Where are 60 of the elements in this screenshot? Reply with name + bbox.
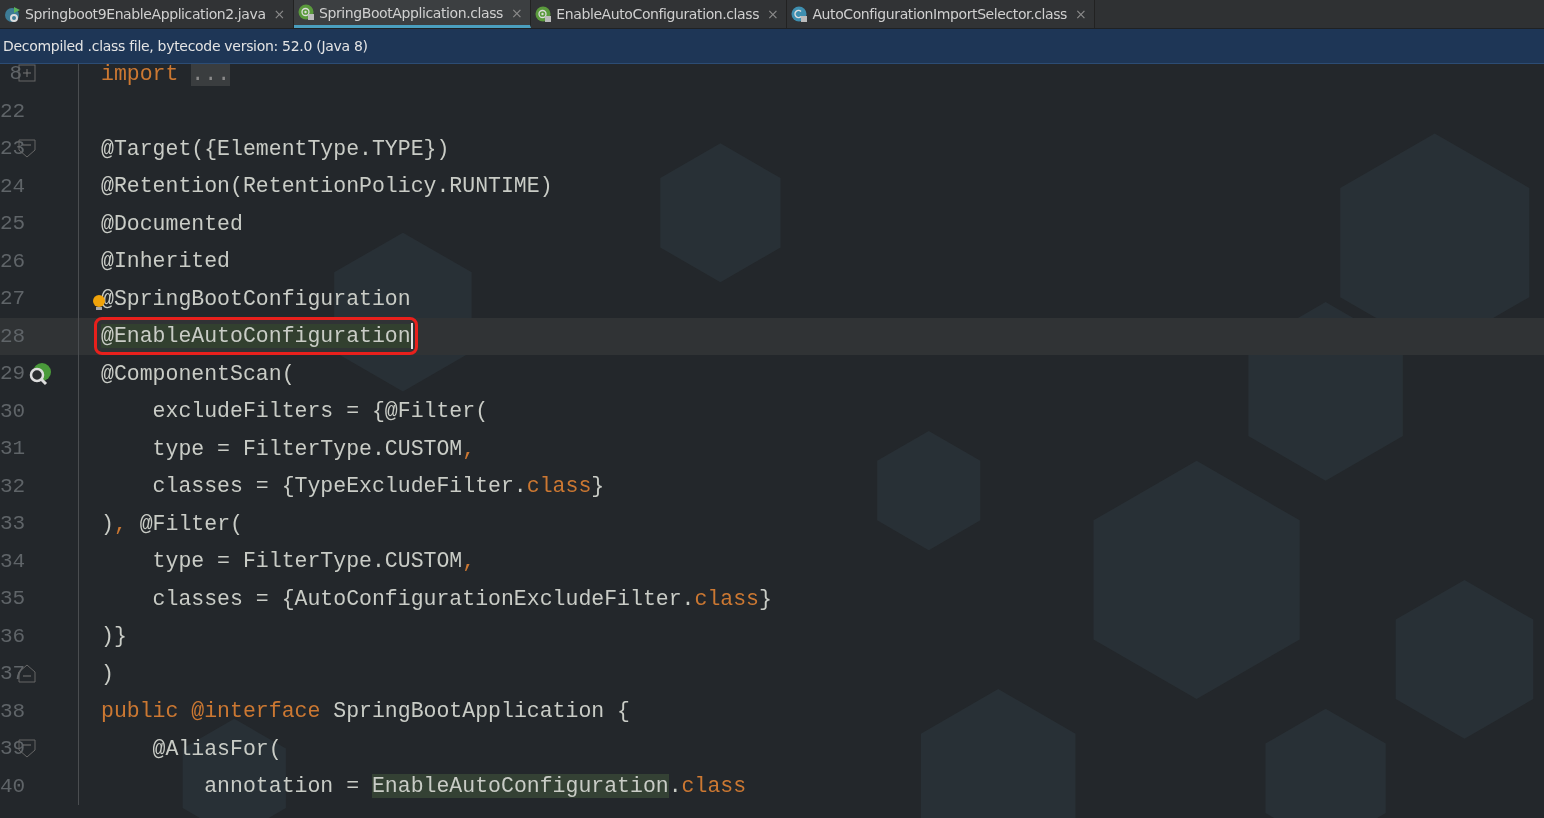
code-text: @AliasFor( xyxy=(151,736,282,761)
code-text: type = FilterType.CUSTOM xyxy=(151,436,463,461)
code-text: ) xyxy=(101,511,114,536)
code-text: @Documented xyxy=(101,211,243,236)
close-icon[interactable]: × xyxy=(273,6,285,22)
annotation-icon xyxy=(535,5,553,23)
code-keyword: , xyxy=(113,511,127,536)
code-text: classes = {AutoConfigurationExcludeFilter. xyxy=(151,586,695,611)
code-text: @SpringBootConfiguration xyxy=(101,286,411,311)
bean-search-icon xyxy=(28,361,54,386)
code-text: } xyxy=(591,474,605,499)
line-number: 38 xyxy=(0,699,22,723)
code-text: ) xyxy=(101,661,114,686)
line-number: 30 xyxy=(0,399,22,423)
line-number: 27 xyxy=(0,287,22,311)
line-number: 35 xyxy=(0,587,22,611)
annotation-icon xyxy=(297,4,315,21)
code-text: } xyxy=(759,586,772,611)
line-number: 25 xyxy=(0,212,22,236)
code-text: SpringBootApplication { xyxy=(332,699,630,724)
code-keyword: , xyxy=(462,436,476,461)
class-icon xyxy=(791,5,809,23)
code-text: @Target({ElementType.TYPE}) xyxy=(101,136,450,161)
line-number: 26 xyxy=(0,249,22,273)
line-number: 24 xyxy=(0,174,22,198)
line-number: 37 xyxy=(0,662,22,686)
code-text: type = FilterType.CUSTOM xyxy=(151,549,463,574)
code-text: annotation = xyxy=(203,774,361,799)
line-number: 32 xyxy=(0,474,22,498)
code-text: @Retention(RetentionPolicy.RUNTIME) xyxy=(101,174,553,199)
editor-tab[interactable]: SpringBootApplication.class × xyxy=(293,0,532,28)
line-number: 22 xyxy=(0,99,22,123)
line-number: 40 xyxy=(0,774,22,798)
code-text: excludeFilters = {@Filter( xyxy=(151,399,489,424)
line-number: 8 xyxy=(8,62,22,86)
code-keyword: class xyxy=(526,474,592,499)
spring-class-icon xyxy=(4,5,21,23)
code-text: classes = {TypeExcludeFilter. xyxy=(151,474,527,499)
code-text: . xyxy=(668,774,682,799)
line-number: 39 xyxy=(0,737,22,761)
code-text: @ComponentScan( xyxy=(101,361,295,386)
line-number: 33 xyxy=(0,512,22,536)
code-keyword: , xyxy=(462,549,476,574)
banner-text: Decompiled .class file, bytecode version: 52.0 (Java 8) xyxy=(3,38,368,54)
line-number: 29 xyxy=(0,362,22,386)
text-caret xyxy=(410,323,413,350)
line-number: 31 xyxy=(0,437,22,461)
code-text: EnableAutoConfiguration xyxy=(371,774,669,799)
close-icon[interactable]: × xyxy=(767,6,779,22)
line-number: 36 xyxy=(0,624,22,648)
code-keyword: public @interface xyxy=(101,699,321,724)
code-keyword: class xyxy=(681,774,747,799)
code-text: )} xyxy=(101,624,127,649)
line-number: 34 xyxy=(0,549,22,573)
code-keyword: class xyxy=(694,586,759,611)
code-text: @Filter( xyxy=(138,511,243,536)
close-icon[interactable]: × xyxy=(1074,6,1087,22)
code-text: @Inherited xyxy=(101,249,231,274)
code-keyword: import xyxy=(101,61,180,86)
line-number: 23 xyxy=(0,137,22,161)
